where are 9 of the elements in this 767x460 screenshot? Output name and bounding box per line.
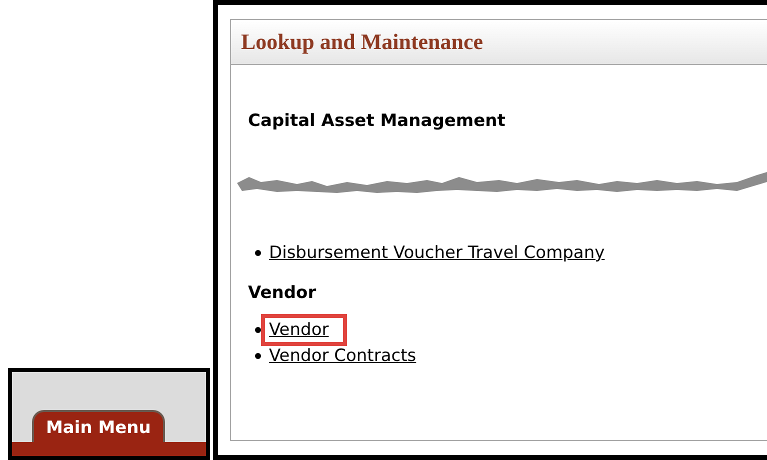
section-heading: Capital Asset Management bbox=[248, 111, 506, 131]
bullet-icon bbox=[255, 250, 261, 256]
menu-link[interactable]: Disbursement Voucher Travel Company bbox=[261, 237, 613, 269]
bullet-icon bbox=[255, 353, 261, 359]
panel-title: Lookup and Maintenance bbox=[241, 29, 484, 55]
main-menu-tab[interactable]: Main Menu bbox=[32, 410, 165, 442]
section-heading: Vendor bbox=[248, 283, 318, 303]
menu-link[interactable]: Vendor bbox=[261, 314, 347, 346]
bullet-icon bbox=[255, 327, 261, 333]
